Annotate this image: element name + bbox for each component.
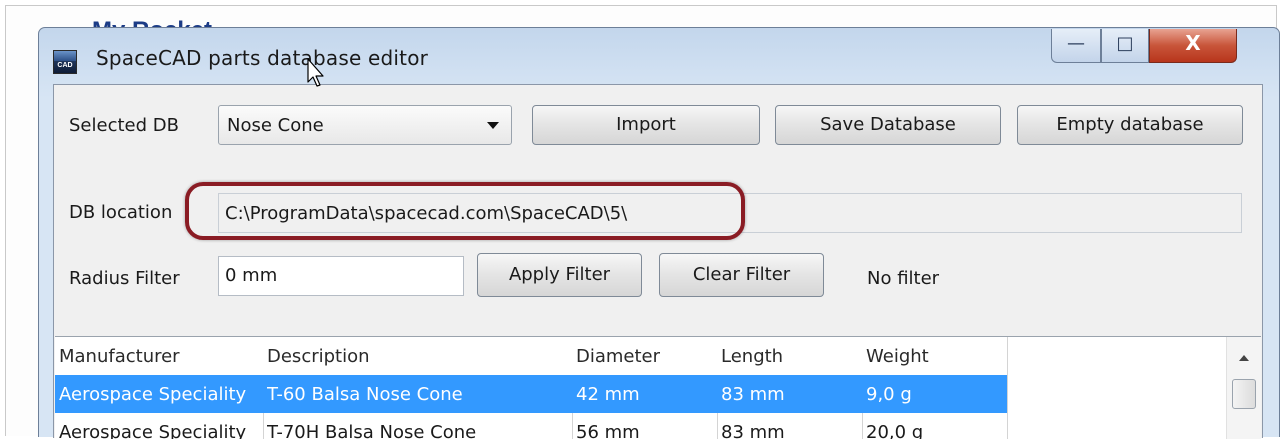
column-header-diameter[interactable]: Diameter bbox=[576, 346, 660, 367]
close-button[interactable]: X bbox=[1149, 29, 1237, 63]
mouse-pointer-icon bbox=[307, 58, 324, 87]
table-vertical-scrollbar[interactable] bbox=[1226, 337, 1261, 439]
cell-manufacturer: Aerospace Speciality bbox=[59, 422, 247, 439]
parts-table[interactable]: Manufacturer Description Diameter Length… bbox=[55, 336, 1261, 439]
selected-db-dropdown[interactable]: Nose Cone bbox=[218, 105, 512, 145]
cell-diameter: 56 mm bbox=[576, 422, 640, 439]
column-header-weight[interactable]: Weight bbox=[866, 346, 929, 367]
close-icon: X bbox=[1185, 31, 1201, 55]
column-header-length[interactable]: Length bbox=[721, 346, 783, 367]
maximize-icon: □ bbox=[1116, 33, 1134, 54]
radius-filter-input[interactable]: 0 mm bbox=[218, 256, 464, 296]
scroll-up-arrow-icon[interactable] bbox=[1239, 355, 1249, 361]
cell-weight: 9,0 g bbox=[866, 384, 912, 405]
filter-status-text: No filter bbox=[867, 268, 940, 289]
maximize-button[interactable]: □ bbox=[1101, 29, 1149, 63]
cell-description: T-60 Balsa Nose Cone bbox=[267, 384, 463, 405]
scrollbar-thumb[interactable] bbox=[1232, 379, 1256, 409]
selected-db-value: Nose Cone bbox=[227, 115, 324, 136]
column-header-manufacturer[interactable]: Manufacturer bbox=[59, 346, 180, 367]
title-bar[interactable]: CAD SpaceCAD parts database editor — □ X bbox=[39, 28, 1279, 84]
cell-length: 83 mm bbox=[721, 422, 785, 439]
apply-filter-button[interactable]: Apply Filter bbox=[477, 253, 642, 297]
radius-filter-value: 0 mm bbox=[225, 265, 278, 286]
clear-filter-button[interactable]: Clear Filter bbox=[659, 253, 824, 297]
cell-diameter: 42 mm bbox=[576, 384, 640, 405]
cell-length: 83 mm bbox=[721, 384, 785, 405]
column-header-description[interactable]: Description bbox=[267, 346, 370, 367]
cell-manufacturer: Aerospace Speciality bbox=[59, 384, 247, 405]
dropdown-arrow-icon bbox=[487, 122, 499, 129]
empty-database-button[interactable]: Empty database bbox=[1017, 105, 1243, 145]
window-title: SpaceCAD parts database editor bbox=[96, 46, 429, 70]
cell-description: T-70H Balsa Nose Cone bbox=[267, 422, 477, 439]
table-row[interactable]: Aerospace Speciality T-70H Balsa Nose Co… bbox=[55, 413, 1007, 439]
cell-weight: 20,0 g bbox=[866, 422, 924, 439]
import-button[interactable]: Import bbox=[532, 105, 760, 145]
table-row[interactable]: Aerospace Speciality T-60 Balsa Nose Con… bbox=[55, 375, 1007, 413]
spacecad-app-icon: CAD bbox=[53, 50, 77, 74]
minimize-icon: — bbox=[1067, 33, 1085, 54]
selected-db-label: Selected DB bbox=[69, 115, 179, 136]
save-database-button[interactable]: Save Database bbox=[775, 105, 1001, 145]
radius-filter-label: Radius Filter bbox=[69, 268, 180, 289]
parts-db-editor-window: CAD SpaceCAD parts database editor — □ X… bbox=[38, 27, 1280, 439]
minimize-button[interactable]: — bbox=[1051, 29, 1101, 63]
annotation-highlight-ring bbox=[185, 182, 745, 240]
db-location-label: DB location bbox=[69, 202, 173, 223]
editor-client-area: Selected DB Nose Cone Import Save Databa… bbox=[53, 84, 1263, 439]
table-header: Manufacturer Description Diameter Length… bbox=[55, 337, 1007, 376]
